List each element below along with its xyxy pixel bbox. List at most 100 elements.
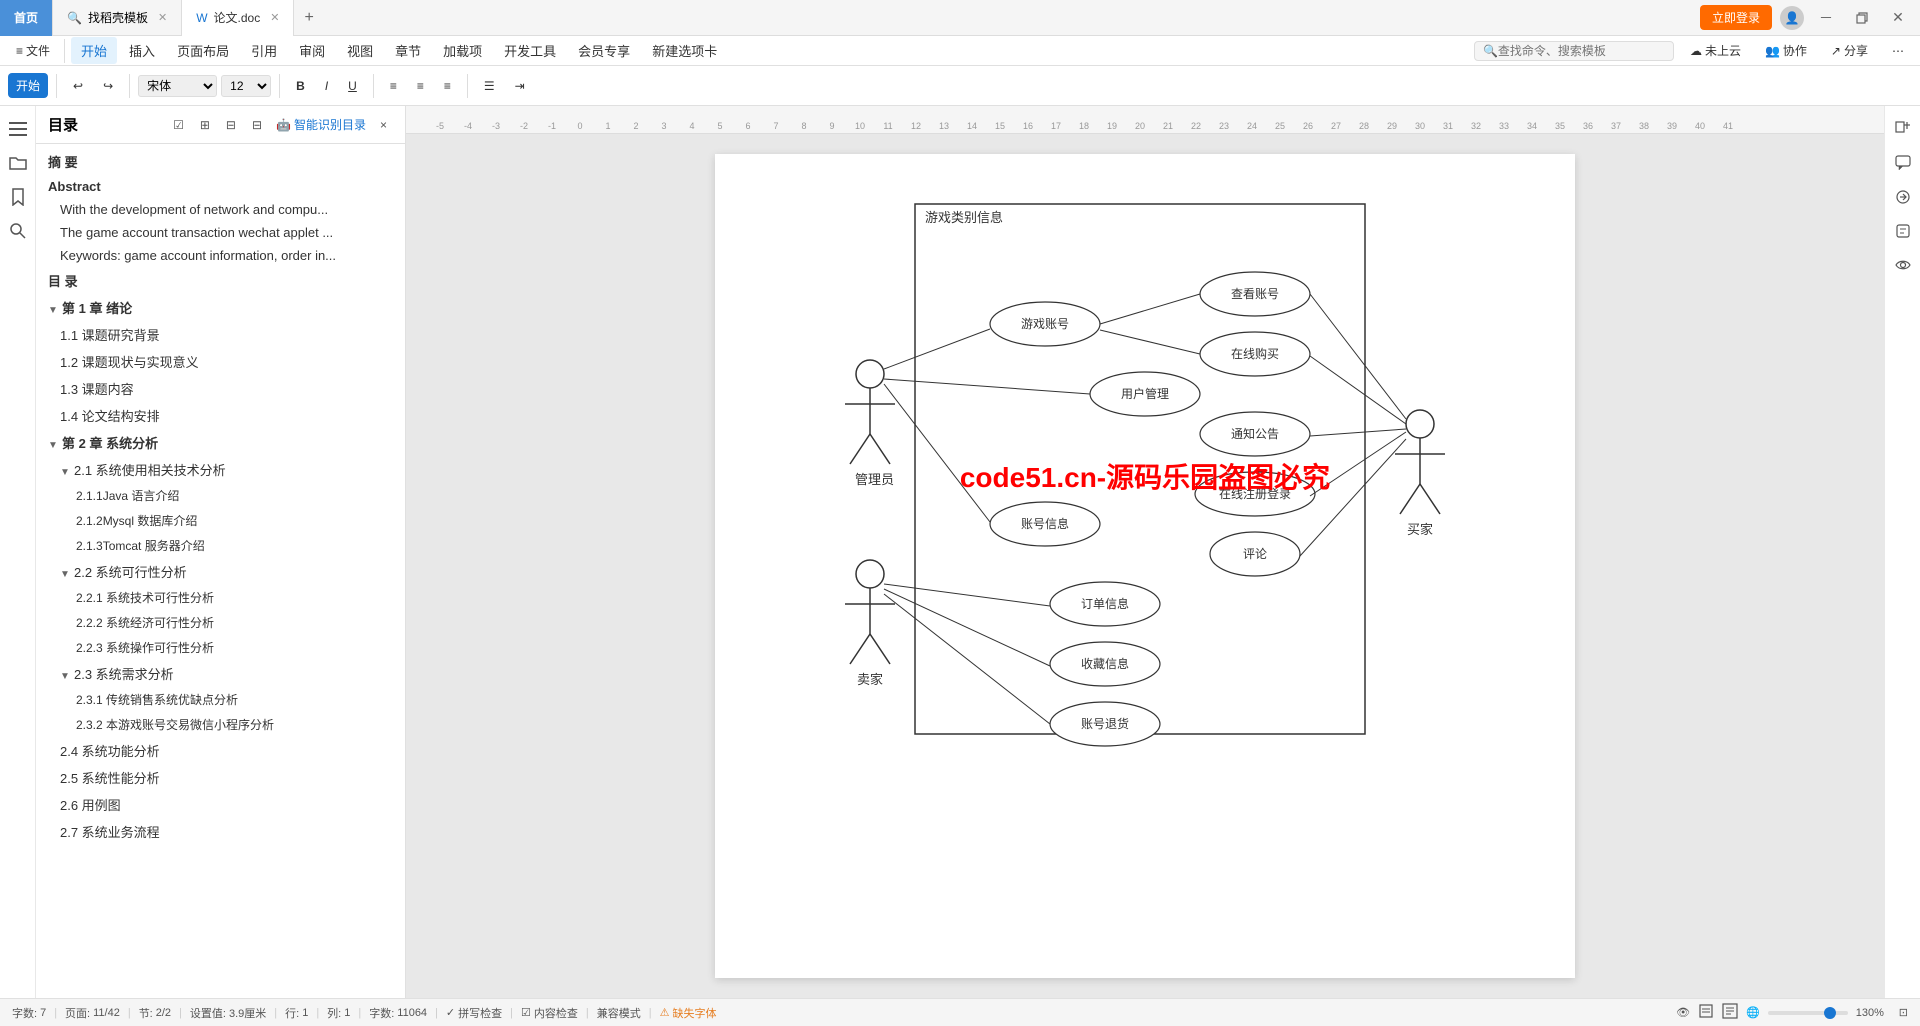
- toc-item-2-1-2[interactable]: 2.1.2Mysql 数据库介绍: [36, 508, 405, 533]
- ribbon-ref[interactable]: 引用: [241, 37, 287, 64]
- sidebar-close-button[interactable]: ×: [374, 116, 393, 134]
- tab-add-button[interactable]: +: [294, 9, 323, 27]
- document-scroll[interactable]: 游戏类别信息 管理员: [406, 134, 1884, 998]
- cloud-status[interactable]: ☁ 未上云: [1682, 38, 1749, 63]
- toc-item-2-6[interactable]: 2.6 用例图: [36, 791, 405, 818]
- toc-item-with-dev[interactable]: With the development of network and comp…: [36, 198, 405, 221]
- template-tab-close[interactable]: ✕: [158, 11, 167, 24]
- toc-item-game-account[interactable]: The game account transaction wechat appl…: [36, 221, 405, 244]
- toc-expand-btn[interactable]: ⊞: [194, 116, 216, 134]
- toc-item-2-4[interactable]: 2.4 系统功能分析: [36, 737, 405, 764]
- toc-item-2-1[interactable]: ▼2.1 系统使用相关技术分析: [36, 456, 405, 483]
- italic-button[interactable]: I: [317, 75, 336, 97]
- toc-item-1-4[interactable]: 1.4 论文结构安排: [36, 402, 405, 429]
- toc-item-2-3[interactable]: ▼2.3 系统需求分析: [36, 660, 405, 687]
- toc-item-abstract-en[interactable]: Abstract: [36, 175, 405, 198]
- nav-icon[interactable]: [3, 114, 33, 144]
- tab-template[interactable]: 🔍 找稻壳模板 ✕: [53, 0, 182, 36]
- toc-item-ch2[interactable]: ▼第 2 章 系统分析: [36, 429, 405, 456]
- bold-button[interactable]: B: [288, 75, 313, 97]
- tab-home[interactable]: 首页: [0, 0, 53, 36]
- zoom-fit-button[interactable]: ⊡: [1899, 1006, 1908, 1019]
- command-search-input[interactable]: [1498, 44, 1665, 58]
- redo-button[interactable]: ↪: [95, 75, 121, 97]
- smart-identify-button[interactable]: 🤖 智能识别目录: [276, 116, 366, 133]
- smart-tools-icon[interactable]: [1888, 216, 1918, 246]
- web-layout-icon[interactable]: 🌐: [1746, 1006, 1760, 1019]
- more-options-button[interactable]: ⋯: [1884, 40, 1912, 62]
- outline-view-icon[interactable]: [1722, 1003, 1738, 1022]
- ribbon-insert[interactable]: 插入: [119, 37, 165, 64]
- ribbon-chapter[interactable]: 章节: [385, 37, 431, 64]
- toc-item-2-7[interactable]: 2.7 系统业务流程: [36, 818, 405, 845]
- collab-button[interactable]: 👥 协作: [1757, 38, 1815, 63]
- missing-font-item[interactable]: ⚠ 缺失字体: [660, 1005, 717, 1021]
- toc-item-1-1[interactable]: 1.1 课题研究背景: [36, 321, 405, 348]
- doc-tab-close[interactable]: ✕: [270, 11, 279, 24]
- zoom-thumb[interactable]: [1824, 1007, 1836, 1019]
- ruler-num: 41: [1714, 121, 1742, 131]
- content-check-item[interactable]: ☑ 内容检查: [521, 1005, 578, 1021]
- format-painter-icon[interactable]: [1888, 114, 1918, 144]
- align-center-button[interactable]: ≡: [409, 75, 432, 97]
- toc-item-2-2-3[interactable]: 2.2.3 系统操作可行性分析: [36, 635, 405, 660]
- ribbon-layout[interactable]: 页面布局: [167, 37, 239, 64]
- search-left-icon[interactable]: [3, 216, 33, 246]
- window-restore-button[interactable]: [1848, 4, 1876, 32]
- compat-mode-item[interactable]: 兼容模式: [597, 1005, 641, 1021]
- window-minimize-button[interactable]: －: [1812, 4, 1840, 32]
- underline-button[interactable]: U: [340, 75, 365, 97]
- ribbon-addon[interactable]: 加载项: [433, 37, 492, 64]
- toc-item-2-2-2[interactable]: 2.2.2 系统经济可行性分析: [36, 610, 405, 635]
- toc-item-abstract[interactable]: 摘 要: [36, 148, 405, 175]
- ribbon-newtab[interactable]: 新建选项卡: [642, 37, 727, 64]
- read-mode-icon[interactable]: 👁: [1676, 1006, 1690, 1019]
- toc-item-2-2-1[interactable]: 2.2.1 系统技术可行性分析: [36, 585, 405, 610]
- spell-check-icon: ✓: [446, 1006, 455, 1019]
- register-button[interactable]: 立即登录: [1700, 5, 1772, 30]
- toc-item-1-3[interactable]: 1.3 课题内容: [36, 375, 405, 402]
- track-changes-icon[interactable]: [1888, 182, 1918, 212]
- toc-item-ch1[interactable]: ▼第 1 章 绪论: [36, 294, 405, 321]
- ribbon-devtools[interactable]: 开发工具: [494, 37, 566, 64]
- user-avatar[interactable]: 👤: [1780, 6, 1804, 30]
- file-menu[interactable]: ≡ ≡ 文件 文件: [8, 38, 58, 63]
- toc-check-btn[interactable]: ☑: [167, 116, 190, 134]
- toc-item-2-2[interactable]: ▼2.2 系统可行性分析: [36, 558, 405, 585]
- font-size-select[interactable]: 121416: [221, 75, 271, 97]
- toc-item-2-5[interactable]: 2.5 系统性能分析: [36, 764, 405, 791]
- comment-icon[interactable]: [1888, 148, 1918, 178]
- toc-list-btn[interactable]: ⊟: [246, 116, 268, 134]
- toc-collapse-btn[interactable]: ⊟: [220, 116, 242, 134]
- folder-icon[interactable]: [3, 148, 33, 178]
- print-layout-icon[interactable]: [1698, 1003, 1714, 1022]
- toc-tree: 摘 要 Abstract With the development of net…: [36, 144, 405, 998]
- toc-item-2-1-1[interactable]: 2.1.1Java 语言介绍: [36, 483, 405, 508]
- spell-check-item[interactable]: ✓ 拼写检查: [446, 1005, 502, 1021]
- align-left-button[interactable]: ≡: [382, 75, 405, 97]
- ribbon-view[interactable]: 视图: [337, 37, 383, 64]
- toc-item-2-3-2[interactable]: 2.3.2 本游戏账号交易微信小程序分析: [36, 712, 405, 737]
- undo-button[interactable]: ↩: [65, 75, 91, 97]
- tab-doc[interactable]: W 论文.doc ✕: [182, 0, 294, 36]
- toc-item-2-3-1[interactable]: 2.3.1 传统销售系统优缺点分析: [36, 687, 405, 712]
- command-search[interactable]: 🔍: [1474, 41, 1674, 61]
- bookmark-icon[interactable]: [3, 182, 33, 212]
- indent-button[interactable]: ⇥: [507, 75, 533, 97]
- bullet-list-button[interactable]: ☰: [476, 75, 503, 97]
- doc-tab-label: 论文.doc: [214, 9, 261, 26]
- window-close-button[interactable]: ✕: [1884, 4, 1912, 32]
- ribbon-vip[interactable]: 会员专享: [568, 37, 640, 64]
- toc-item-keywords[interactable]: Keywords: game account information, orde…: [36, 244, 405, 267]
- share-button[interactable]: ↗ 分享: [1823, 38, 1876, 63]
- eye-icon[interactable]: [1888, 250, 1918, 280]
- font-family-select[interactable]: 宋体微软雅黑: [138, 75, 217, 97]
- toc-item-contents[interactable]: 目 录: [36, 267, 405, 294]
- ribbon-start[interactable]: 开始: [71, 37, 117, 64]
- ribbon-review[interactable]: 审阅: [289, 37, 335, 64]
- toc-item-2-1-3[interactable]: 2.1.3Tomcat 服务器介绍: [36, 533, 405, 558]
- zoom-slider[interactable]: [1768, 1011, 1848, 1015]
- start-mode-button[interactable]: 开始: [8, 73, 48, 98]
- align-right-button[interactable]: ≡: [436, 75, 459, 97]
- toc-item-1-2[interactable]: 1.2 课题现状与实现意义: [36, 348, 405, 375]
